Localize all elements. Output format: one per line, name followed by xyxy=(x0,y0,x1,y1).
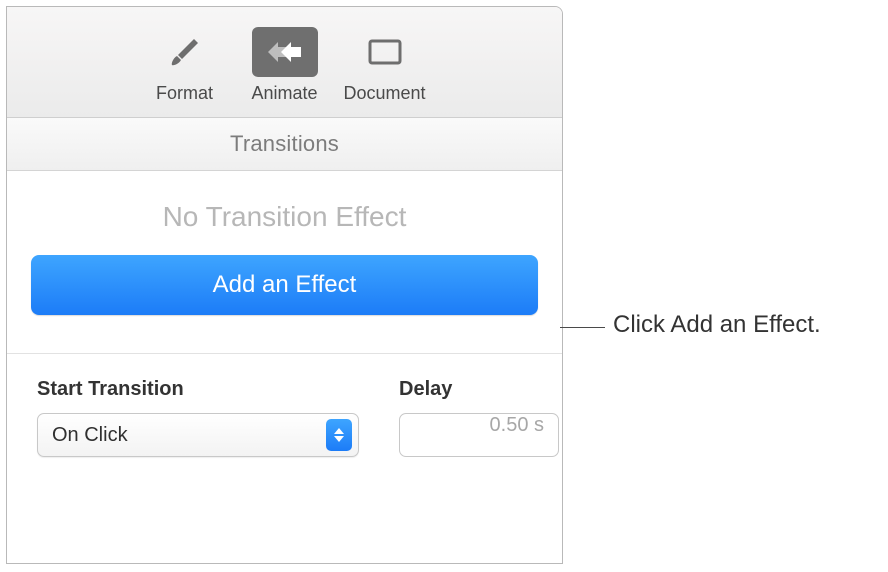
tab-format[interactable]: Format xyxy=(135,27,235,104)
callout-leader-line xyxy=(560,327,605,328)
section-title: Transitions xyxy=(230,131,339,157)
tab-animate[interactable]: Animate xyxy=(235,27,335,104)
tab-label: Format xyxy=(135,83,235,104)
start-transition-popup[interactable]: On Click xyxy=(37,413,359,457)
document-icon xyxy=(352,27,418,77)
add-effect-button[interactable]: Add an Effect xyxy=(31,255,538,315)
callout-text: Click Add an Effect. xyxy=(613,311,821,339)
delay-value: 0.50 s xyxy=(490,414,544,436)
section-header-transitions: Transitions xyxy=(7,118,562,171)
inspector-panel: Format Animate xyxy=(6,6,563,564)
tab-document[interactable]: Document xyxy=(335,27,435,104)
tab-label: Document xyxy=(335,83,435,104)
tab-label: Animate xyxy=(235,83,335,104)
inspector-toolbar: Format Animate xyxy=(7,7,562,118)
paintbrush-icon xyxy=(152,27,218,77)
animate-icon xyxy=(252,27,318,77)
start-transition-label: Start Transition xyxy=(37,378,359,401)
popup-value: On Click xyxy=(52,424,128,447)
popup-chevrons-icon xyxy=(326,419,352,451)
delay-label: Delay xyxy=(399,378,563,401)
delay-input[interactable]: 0.50 s xyxy=(399,413,559,457)
transition-status-text: No Transition Effect xyxy=(31,201,538,233)
